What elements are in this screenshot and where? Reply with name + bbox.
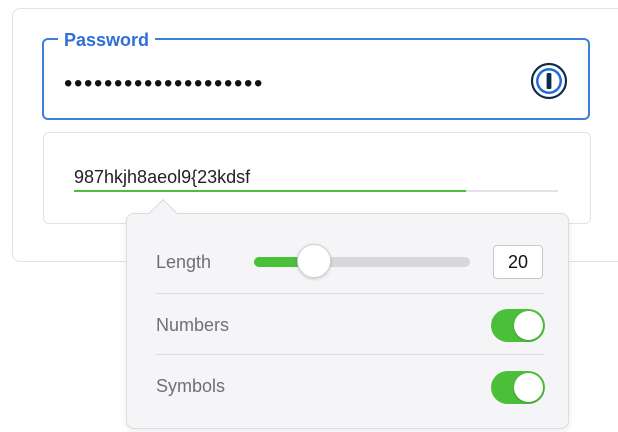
numbers-toggle[interactable] [491, 309, 545, 342]
symbols-toggle[interactable] [491, 371, 545, 404]
password-masked-value[interactable]: •••••••••••••••••••• [64, 70, 264, 98]
password-field-label: Password [58, 30, 156, 50]
password-strength-meter [74, 190, 558, 192]
numbers-toggle-knob [514, 311, 543, 340]
divider [156, 293, 544, 294]
length-slider[interactable] [254, 244, 470, 278]
symbols-toggle-knob [514, 373, 543, 402]
length-label: Length [156, 252, 212, 272]
password-strength-fill [74, 190, 467, 192]
symbols-label: Symbols [156, 376, 226, 396]
password-manager-icon[interactable] [530, 62, 568, 100]
numbers-label: Numbers [156, 315, 230, 335]
generated-password-text[interactable]: 987hkjh8aeol9{23kdsf [74, 166, 250, 188]
keyhole-icon [530, 62, 568, 100]
divider [156, 354, 544, 355]
password-generator-screen: Password •••••••••••••••••••• 987hkjh8ae… [0, 0, 618, 432]
length-input[interactable]: 20 [493, 245, 543, 279]
